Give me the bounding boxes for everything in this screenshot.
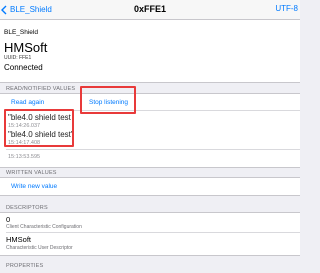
- read-again-button[interactable]: Read again: [11, 99, 44, 106]
- page-title: 0xFFE1: [133, 4, 166, 14]
- descriptor-value: HMSoft: [6, 235, 32, 244]
- properties-header: PROPERTIES: [6, 263, 44, 269]
- encoding-button[interactable]: UTF-8: [275, 4, 298, 13]
- descriptor-value: 0: [6, 215, 11, 224]
- stop-listening-highlight: [80, 86, 136, 114]
- chevron-left-icon: [1, 5, 7, 14]
- written-values-section: Write new value: [0, 177, 300, 196]
- read-values-header: READ/NOTIFIED VALUES: [6, 86, 76, 92]
- written-values-header: WRITTEN VALUES: [6, 170, 57, 176]
- characteristic-uuid: UUID: FFE1: [4, 55, 32, 61]
- divider: [6, 149, 300, 150]
- connection-status: Connected: [4, 63, 43, 72]
- characteristic-title: HMSoft: [4, 40, 48, 55]
- write-new-value-button[interactable]: Write new value: [11, 183, 57, 190]
- back-button-label: BLE_Shield: [10, 5, 52, 14]
- descriptor-label: Characteristic User Descriptor: [6, 245, 73, 251]
- descriptor-label: Client Characteristic Configuration: [6, 224, 82, 230]
- descriptors-section: 0 Client Characteristic Configuration HM…: [0, 212, 300, 256]
- navigation-bar: BLE_Shield 0xFFE1 UTF-8: [0, 0, 300, 20]
- value-item-time: 15:13:53.595: [8, 154, 41, 160]
- descriptors-header: DESCRIPTORS: [6, 205, 48, 211]
- values-highlight: [4, 109, 74, 147]
- back-button[interactable]: BLE_Shield: [1, 3, 52, 16]
- device-header: BLE_Shield HMSoft UUID: FFE1 Connected: [0, 20, 300, 83]
- device-name: BLE_Shield: [4, 29, 38, 36]
- divider: [6, 232, 300, 233]
